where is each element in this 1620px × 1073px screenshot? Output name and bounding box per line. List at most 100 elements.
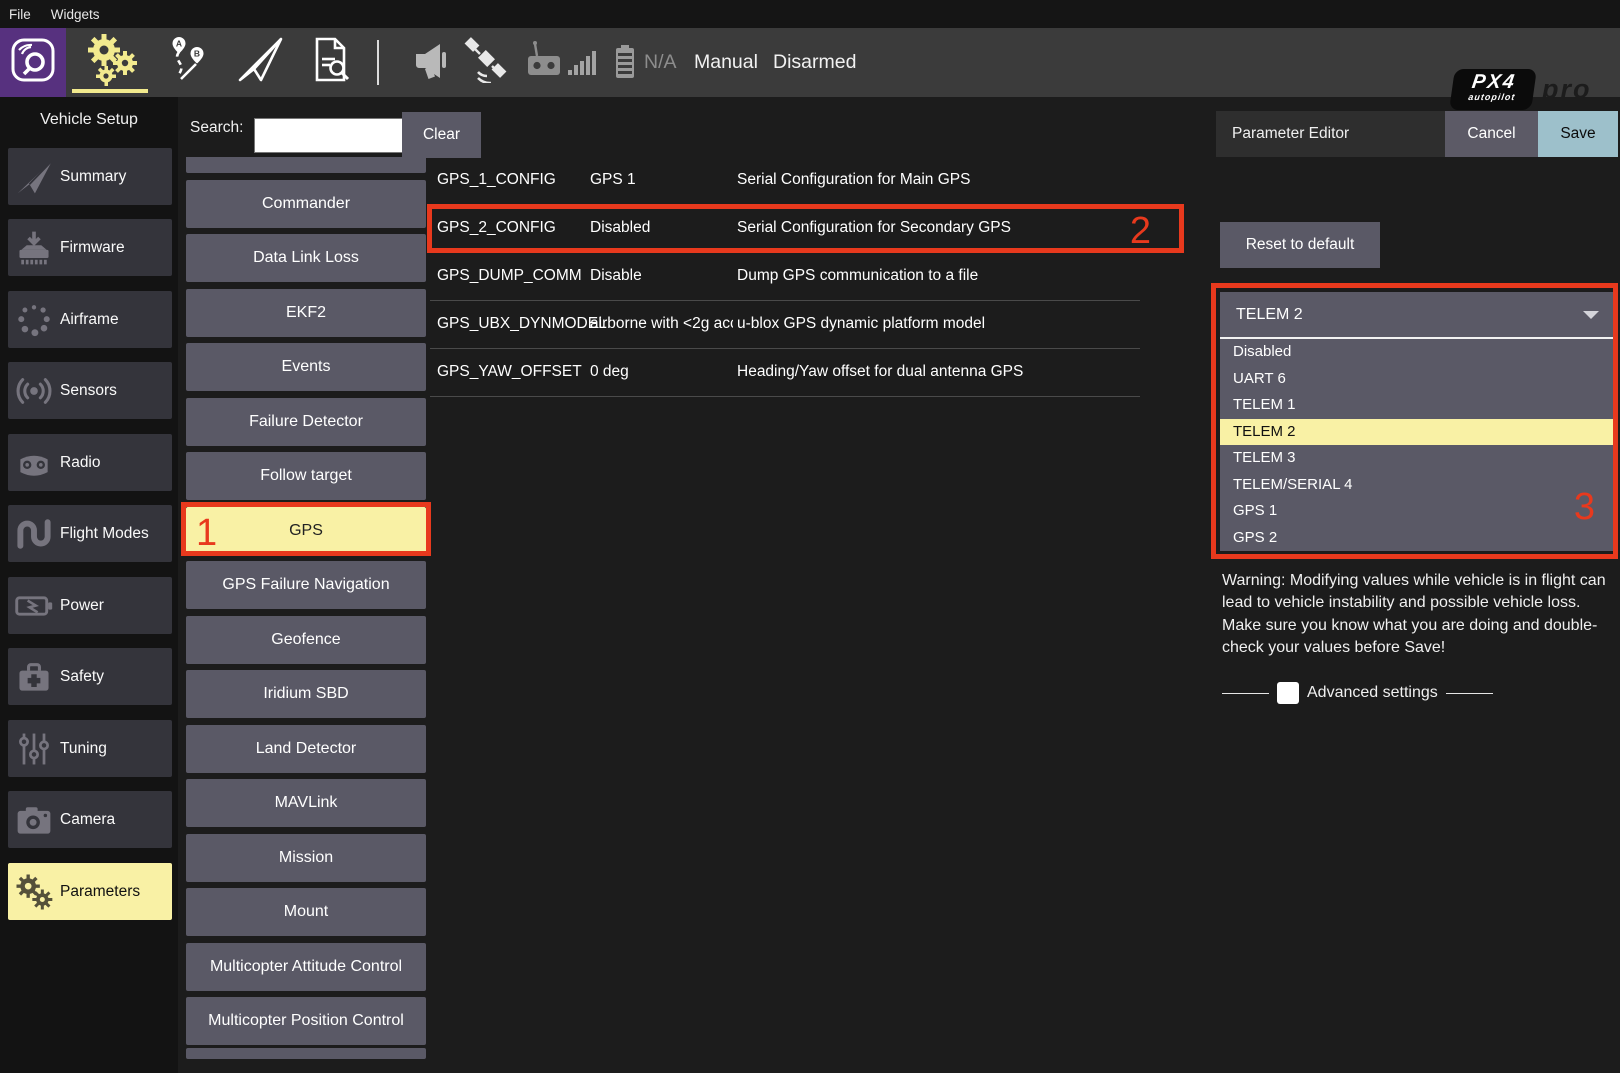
sidebar-item-camera[interactable]: Camera	[8, 791, 172, 848]
option-telem-2[interactable]: TELEM 2	[1220, 419, 1613, 446]
gps-indicator[interactable]	[458, 28, 514, 97]
category-multicopter-position-control[interactable]: Multicopter Position Control	[186, 997, 426, 1045]
reset-to-default-button[interactable]: Reset to default	[1220, 222, 1380, 268]
armed-state-indicator[interactable]: Disarmed	[773, 28, 856, 97]
rc-rssi-indicator[interactable]	[568, 51, 596, 75]
main-toolbar: A B	[0, 28, 1620, 97]
category-failure-detector[interactable]: Failure Detector	[186, 398, 426, 446]
qgc-home-button[interactable]	[0, 28, 66, 97]
category-geofence[interactable]: Geofence	[186, 616, 426, 664]
vehicle-setup-tab[interactable]	[76, 28, 146, 97]
rc-transmitter-icon	[524, 38, 564, 87]
power-battery-icon	[8, 586, 60, 626]
cancel-button[interactable]: Cancel	[1445, 111, 1538, 157]
flight-modes-wave-icon	[8, 514, 60, 554]
sidebar-item-tuning[interactable]: Tuning	[8, 720, 172, 777]
safety-case-icon	[8, 657, 60, 697]
sensors-waves-icon	[8, 371, 60, 411]
param-row-gps-yaw-offset[interactable]: GPS_YAW_OFFSET 0 deg Heading/Yaw offset …	[430, 349, 1142, 397]
battery-status[interactable]: N/A	[644, 28, 677, 97]
satellite-icon	[463, 37, 509, 88]
flight-mode-indicator[interactable]: Manual	[694, 28, 758, 97]
svg-text:B: B	[194, 49, 200, 59]
param-row-gps-ubx-dynmodel[interactable]: GPS_UBX_DYNMODEL airborne with <2g accel…	[430, 301, 1142, 349]
param-row-gps-1-config[interactable]: GPS_1_CONFIG GPS 1 Serial Configuration …	[430, 157, 1142, 205]
paper-plane-icon	[236, 36, 284, 89]
menu-bar: File Widgets	[0, 0, 1620, 28]
search-bar: Search:	[183, 97, 429, 157]
sidebar-title: Vehicle Setup	[0, 111, 178, 129]
category-events[interactable]: Events	[186, 343, 426, 391]
option-gps-2[interactable]: GPS 2	[1220, 525, 1613, 552]
sidebar-item-summary[interactable]: Summary	[8, 148, 172, 205]
firmware-download-icon	[8, 228, 60, 268]
sidebar-item-power[interactable]: Power	[8, 577, 172, 634]
qgroundcontrol-window: File Widgets	[0, 0, 1620, 1073]
sidebar-item-airframe[interactable]: Airframe	[8, 291, 172, 348]
advanced-settings-checkbox[interactable]	[1277, 682, 1299, 704]
category-partial-bottom[interactable]	[186, 1048, 426, 1059]
toolbar-divider	[377, 40, 379, 85]
menu-file[interactable]: File	[9, 7, 31, 22]
sidebar-item-flight-modes[interactable]: Flight Modes	[8, 505, 172, 562]
option-disabled[interactable]: Disabled	[1220, 339, 1613, 366]
category-gps-failure-navigation[interactable]: GPS Failure Navigation	[186, 561, 426, 609]
airframe-dots-icon	[8, 300, 60, 340]
category-mission[interactable]: Mission	[186, 834, 426, 882]
param-row-gps-2-config[interactable]: GPS_2_CONFIG Disabled Serial Configurati…	[430, 205, 1142, 253]
search-label: Search:	[190, 119, 243, 137]
chevron-down-icon	[1583, 311, 1599, 319]
category-follow-target[interactable]: Follow target	[186, 452, 426, 500]
dropdown-value: TELEM 2	[1236, 306, 1303, 324]
battery-icon[interactable]	[616, 48, 634, 78]
search-input[interactable]	[254, 118, 404, 153]
category-mavlink[interactable]: MAVLink	[186, 779, 426, 827]
sidebar-item-radio[interactable]: Radio	[8, 434, 172, 491]
sidebar-item-firmware[interactable]: Firmware	[8, 219, 172, 276]
fly-tab[interactable]	[228, 28, 292, 97]
px4-logo: PX4 autopilot	[1449, 69, 1537, 110]
qgc-logo-icon	[10, 37, 56, 88]
category-multicopter-attitude-control[interactable]: Multicopter Attitude Control	[186, 943, 426, 991]
sidebar-item-safety[interactable]: Safety	[8, 648, 172, 705]
save-button[interactable]: Save	[1538, 111, 1618, 157]
value-dropdown[interactable]: TELEM 2	[1220, 292, 1613, 337]
svg-text:A: A	[176, 39, 182, 49]
rc-indicator[interactable]	[520, 28, 568, 97]
clear-search-button[interactable]: Clear	[402, 112, 481, 158]
option-telem-3[interactable]: TELEM 3	[1220, 445, 1613, 472]
radio-controller-icon	[8, 443, 60, 483]
category-ekf2[interactable]: EKF2	[186, 289, 426, 337]
option-telem-1[interactable]: TELEM 1	[1220, 392, 1613, 419]
decorative-line	[1446, 693, 1493, 694]
vehicle-setup-sidebar: Vehicle Setup Summary Firmware Airframe …	[0, 97, 178, 1073]
tuning-sliders-icon	[8, 729, 60, 769]
log-document-icon	[308, 36, 354, 89]
decorative-line	[1222, 693, 1269, 694]
parameters-gears-icon	[8, 872, 60, 912]
category-commander[interactable]: Commander	[186, 180, 426, 228]
param-row-gps-dump-comm[interactable]: GPS_DUMP_COMM Disable Dump GPS communica…	[430, 253, 1142, 301]
sidebar-item-parameters[interactable]: Parameters	[8, 863, 172, 920]
px4-pro-label: pro	[1542, 74, 1592, 105]
dropdown-option-list: Disabled UART 6 TELEM 1 TELEM 2 TELEM 3 …	[1220, 339, 1613, 551]
messages-indicator[interactable]	[408, 28, 460, 97]
parameter-editor-title: Parameter Editor	[1216, 111, 1445, 157]
menu-widgets[interactable]: Widgets	[51, 7, 100, 22]
category-data-link-loss[interactable]: Data Link Loss	[186, 234, 426, 282]
category-mount[interactable]: Mount	[186, 888, 426, 936]
plan-tab[interactable]: A B	[158, 28, 218, 97]
active-tab-underline	[72, 89, 148, 93]
option-telem-serial-4[interactable]: TELEM/SERIAL 4	[1220, 472, 1613, 499]
category-iridium-sbd[interactable]: Iridium SBD	[186, 670, 426, 718]
category-land-detector[interactable]: Land Detector	[186, 725, 426, 773]
sidebar-item-sensors[interactable]: Sensors	[8, 362, 172, 419]
summary-plane-icon	[8, 157, 60, 197]
camera-icon	[8, 800, 60, 840]
option-uart-6[interactable]: UART 6	[1220, 366, 1613, 393]
row-divider	[430, 396, 1140, 397]
gears-icon	[82, 33, 140, 92]
category-gps[interactable]: GPS	[186, 507, 426, 555]
option-gps-1[interactable]: GPS 1	[1220, 498, 1613, 525]
analyze-tab[interactable]	[300, 28, 362, 97]
